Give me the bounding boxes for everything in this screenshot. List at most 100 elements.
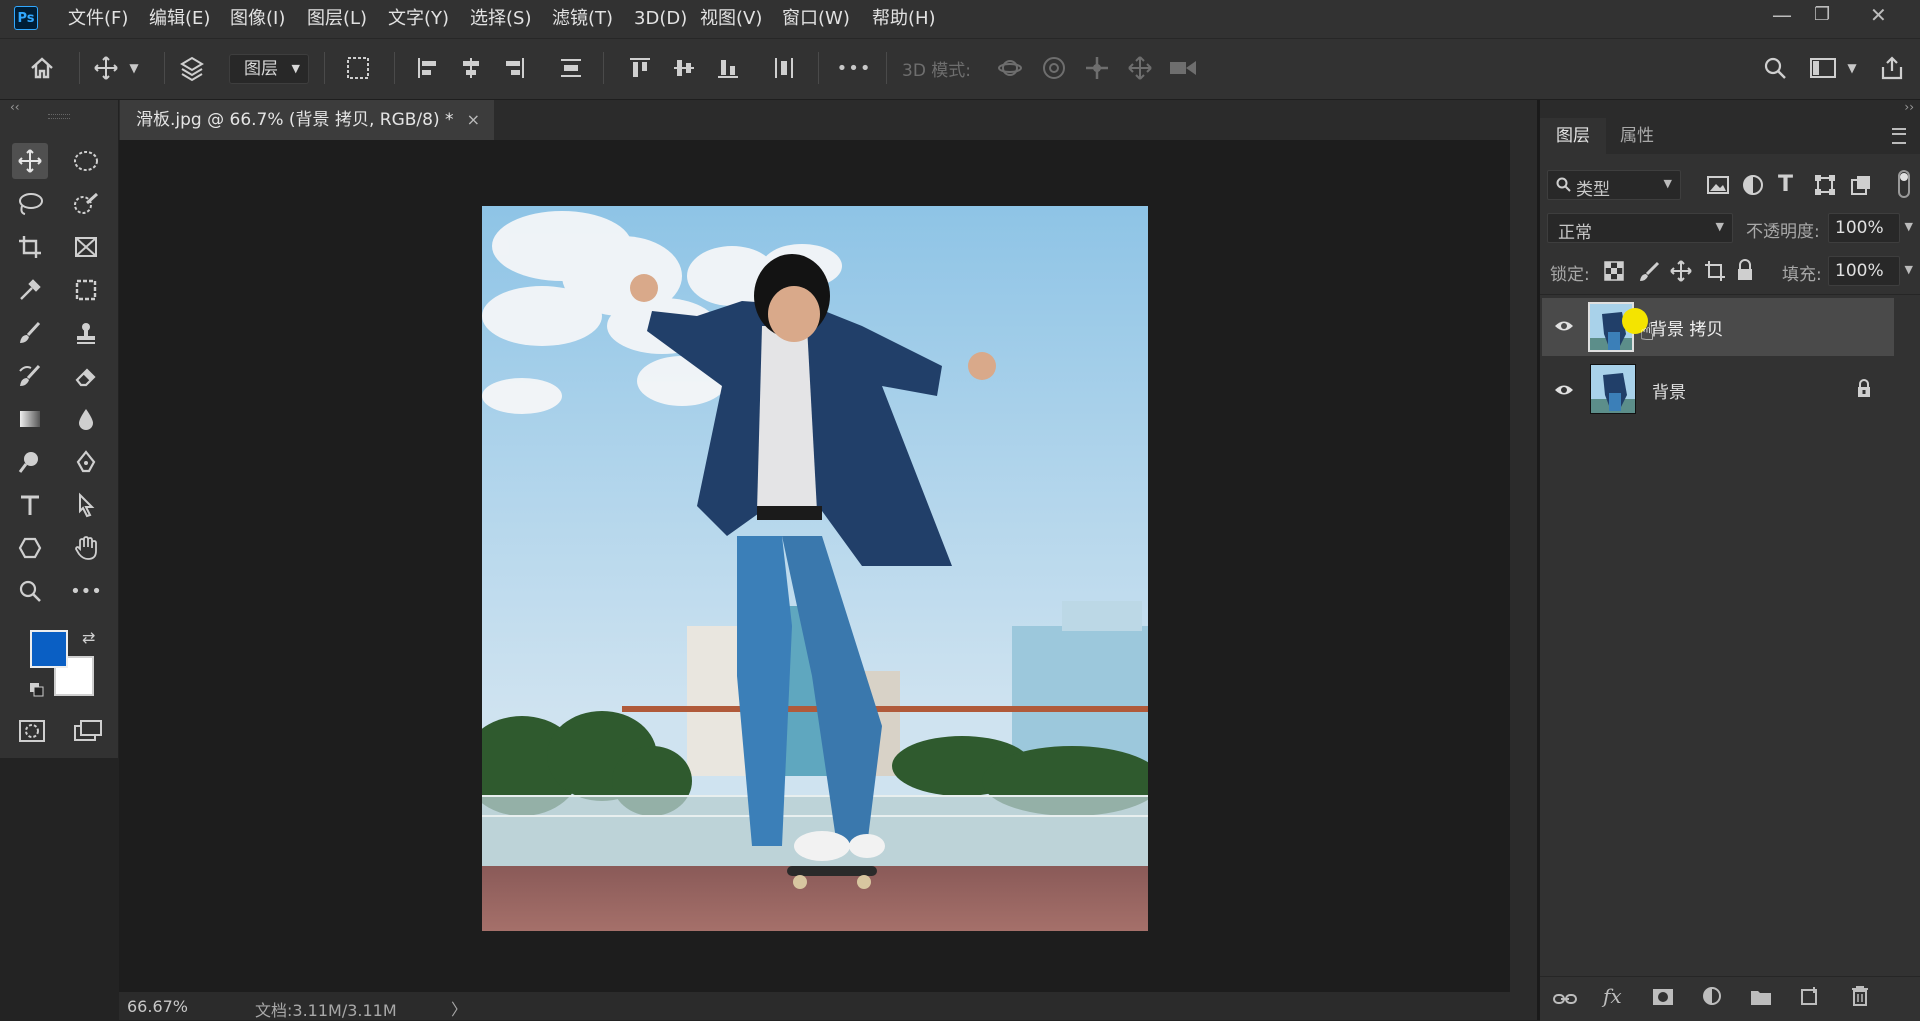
move-tool[interactable] <box>12 143 48 179</box>
layer-name[interactable]: 背景 拷贝 <box>1650 315 1723 340</box>
menu-layer[interactable]: 图层(L) <box>307 0 367 38</box>
canvas-image[interactable] <box>482 206 1148 931</box>
menu-type[interactable]: 文字(Y) <box>388 0 449 38</box>
layer-row-background-copy[interactable]: ☝ 背景 拷贝 <box>1542 298 1894 356</box>
filter-adjustment-icon[interactable] <box>1742 174 1764 200</box>
menu-help[interactable]: 帮助(H) <box>872 0 936 38</box>
share-icon[interactable] <box>1876 50 1908 86</box>
minimize-button[interactable]: — <box>1772 0 1792 30</box>
close-button[interactable]: ✕ <box>1870 0 1887 30</box>
align-right-icon[interactable] <box>498 50 530 86</box>
menu-edit[interactable]: 编辑(E) <box>149 0 210 38</box>
search-icon[interactable] <box>1759 50 1791 86</box>
chevron-down-icon[interactable]: ▼ <box>126 50 142 86</box>
workspace-icon[interactable] <box>1807 50 1839 86</box>
menu-filter[interactable]: 滤镜(T) <box>552 0 613 38</box>
new-adjustment-layer-icon[interactable] <box>1702 986 1722 1011</box>
lock-all-icon[interactable] <box>1736 259 1754 285</box>
lasso-tool[interactable] <box>12 186 48 222</box>
menu-image[interactable]: 图像(I) <box>230 0 285 38</box>
vertical-scrollbar[interactable] <box>1510 140 1537 992</box>
tab-properties[interactable]: 属性 <box>1620 118 1654 154</box>
layer-visibility-eye-icon[interactable] <box>1554 382 1574 401</box>
distribute-vertical-icon[interactable] <box>555 50 587 86</box>
new-layer-icon[interactable] <box>1800 986 1820 1011</box>
chevron-down-icon[interactable]: ▼ <box>1842 50 1862 86</box>
menu-select[interactable]: 选择(S) <box>470 0 531 38</box>
foreground-color-swatch[interactable] <box>30 630 68 668</box>
lock-position-icon[interactable] <box>1670 260 1692 286</box>
menu-view[interactable]: 视图(V) <box>700 0 762 38</box>
filter-smart-object-icon[interactable] <box>1850 174 1872 200</box>
path-selection-tool[interactable] <box>68 487 104 523</box>
chevron-down-icon[interactable]: ▼ <box>1905 263 1913 276</box>
panel-menu-icon[interactable] <box>1892 128 1906 144</box>
history-brush-tool[interactable] <box>12 358 48 394</box>
hand-tool[interactable] <box>68 530 104 566</box>
close-tab-icon[interactable]: × <box>467 100 480 140</box>
layer-filter-dropdown[interactable]: 类型 ▼ <box>1547 170 1681 200</box>
layer-name[interactable]: 背景 <box>1652 378 1686 403</box>
quick-mask-icon[interactable] <box>14 713 50 749</box>
filter-toggle-switch[interactable] <box>1898 170 1910 198</box>
link-layers-icon[interactable] <box>1553 988 1577 1012</box>
screen-mode-icon[interactable] <box>70 713 106 749</box>
more-options-icon[interactable]: ••• <box>837 50 871 86</box>
collapse-icon[interactable]: ‹‹ <box>10 100 20 114</box>
status-menu-arrow[interactable]: 〉 <box>451 996 467 1020</box>
align-middle-icon[interactable] <box>668 50 700 86</box>
chevron-down-icon[interactable]: ▼ <box>1905 220 1913 233</box>
move-tool-icon[interactable] <box>90 50 122 86</box>
distribute-horizontal-icon[interactable] <box>768 50 800 86</box>
pen-tool[interactable] <box>68 444 104 480</box>
filter-pixel-icon[interactable] <box>1706 174 1730 200</box>
align-bottom-icon[interactable] <box>712 50 744 86</box>
grip-icon[interactable] <box>48 114 70 119</box>
home-icon[interactable] <box>26 50 58 86</box>
layer-row-background[interactable]: 背景 <box>1542 360 1894 418</box>
menu-3d[interactable]: 3D(D) <box>634 0 687 38</box>
blur-tool[interactable] <box>68 401 104 437</box>
show-transform-controls-icon[interactable] <box>342 50 374 86</box>
default-colors-icon[interactable] <box>30 682 44 697</box>
eraser-tool[interactable] <box>68 358 104 394</box>
auto-select-target-dropdown[interactable]: 图层 ▼ <box>229 54 309 84</box>
swap-colors-icon[interactable]: ⇄ <box>82 628 95 647</box>
brush-tool[interactable] <box>12 315 48 351</box>
elliptical-marquee-tool[interactable] <box>68 143 104 179</box>
type-tool[interactable] <box>12 487 48 523</box>
shape-tool[interactable] <box>12 530 48 566</box>
expand-panels-icon[interactable]: ›› <box>1904 100 1914 114</box>
menu-file[interactable]: 文件(F) <box>68 0 128 38</box>
new-group-icon[interactable] <box>1750 987 1772 1011</box>
ruler-tool[interactable] <box>68 272 104 308</box>
tab-layers[interactable]: 图层 <box>1540 118 1606 154</box>
clone-stamp-tool[interactable] <box>68 315 104 351</box>
fx-layer-style-icon[interactable]: fx <box>1603 984 1622 1008</box>
fill-input[interactable]: 100% ▼ <box>1828 256 1913 286</box>
layer-visibility-eye-icon[interactable] <box>1554 318 1574 337</box>
align-center-icon[interactable] <box>455 50 487 86</box>
zoom-tool[interactable] <box>12 573 48 609</box>
menu-window[interactable]: 窗口(W) <box>782 0 850 38</box>
restore-button[interactable]: ❐ <box>1814 0 1830 30</box>
zoom-level[interactable]: 66.67% <box>127 997 188 1016</box>
dodge-tool[interactable] <box>12 444 48 480</box>
layer-lock-icon[interactable] <box>1856 378 1872 402</box>
blend-mode-dropdown[interactable]: 正常 ▼ <box>1547 213 1733 243</box>
frame-tool[interactable] <box>68 229 104 265</box>
auto-select-layers-icon[interactable] <box>176 50 208 86</box>
align-top-icon[interactable] <box>624 50 656 86</box>
lock-transparent-pixels-icon[interactable] <box>1604 261 1624 285</box>
filter-type-icon[interactable]: T <box>1778 172 1793 197</box>
lock-image-pixels-icon[interactable] <box>1638 261 1660 287</box>
document-tab[interactable]: 滑板.jpg @ 66.7% (背景 拷贝, RGB/8) * × <box>120 100 494 140</box>
eyedropper-tool[interactable] <box>12 272 48 308</box>
align-left-icon[interactable] <box>412 50 444 86</box>
gradient-tool[interactable] <box>12 401 48 437</box>
edit-toolbar-icon[interactable]: ••• <box>68 573 104 609</box>
delete-layer-icon[interactable] <box>1850 985 1870 1012</box>
quick-selection-tool[interactable] <box>68 186 104 222</box>
filter-shape-icon[interactable] <box>1814 174 1836 200</box>
lock-artboard-icon[interactable] <box>1704 260 1726 286</box>
